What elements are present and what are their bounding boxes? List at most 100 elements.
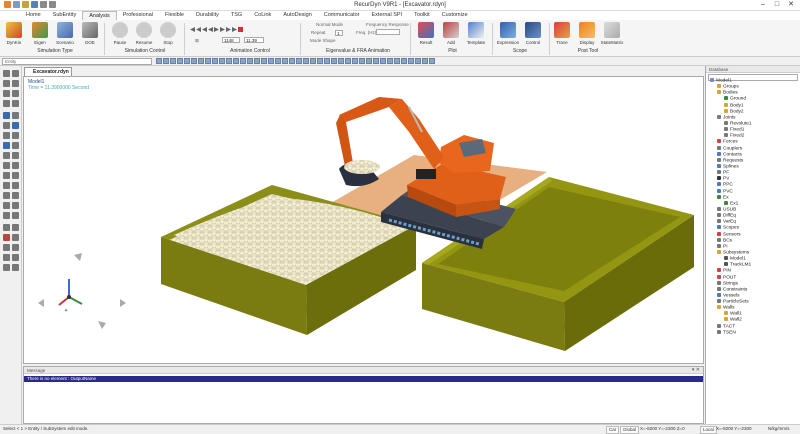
view-icon[interactable] [324,58,330,64]
view-icon[interactable] [198,58,204,64]
dynkin-button[interactable]: DynKin [2,22,26,45]
tool-icon[interactable] [3,122,10,129]
view-icon[interactable] [352,58,358,64]
tool-icon[interactable] [3,224,10,231]
tab-customize[interactable]: Customize [436,11,474,20]
result-button[interactable]: Result [414,22,438,45]
tool-icon[interactable] [12,172,19,179]
document-tab[interactable]: Excavator.rdyn [24,67,72,76]
resume-button[interactable]: Resume [132,22,156,45]
add-button[interactable]: Add [439,22,463,45]
close-icon[interactable]: ✕ [784,0,798,10]
tab-professional[interactable]: Professional [117,11,159,20]
view-icon[interactable] [212,58,218,64]
view-icon[interactable] [268,58,274,64]
view-icon[interactable] [366,58,372,64]
tool-icon[interactable] [3,90,10,97]
message-line[interactable]: There is no element : OutputName [24,376,703,382]
view-icon[interactable] [422,58,428,64]
view-icon[interactable] [261,58,267,64]
view-icon[interactable] [282,58,288,64]
view-icon[interactable] [170,58,176,64]
tool-icon[interactable] [12,152,19,159]
eigen-button[interactable]: Eigen [28,22,52,45]
view-icon[interactable] [275,58,281,64]
pause-button[interactable]: Pause [108,22,132,45]
stop-button[interactable]: Stop [156,22,180,45]
tab-home[interactable]: Home [20,11,47,20]
tab-durability[interactable]: Durability [190,11,225,20]
view-icon[interactable] [408,58,414,64]
view-icon[interactable] [247,58,253,64]
view-icon[interactable] [205,58,211,64]
panel-controls-icon[interactable]: ▾ ✕ [692,367,700,373]
tool-icon[interactable] [3,142,10,149]
select-icon[interactable] [3,70,10,77]
view-icon[interactable] [184,58,190,64]
maximize-icon[interactable]: □ [770,0,784,10]
tool-icon[interactable] [3,132,10,139]
minimize-icon[interactable]: – [756,0,770,10]
tool-icon[interactable] [12,162,19,169]
view-icon[interactable] [387,58,393,64]
tool-icon[interactable] [3,234,10,241]
normal-mode-option[interactable]: Normal Mode [316,22,343,27]
tool-icon[interactable] [12,132,19,139]
entity-selector[interactable]: Entity [2,58,152,65]
status-units[interactable]: N/kg/mm/s [768,426,790,432]
tool-icon[interactable] [3,254,10,261]
view-icon[interactable] [226,58,232,64]
frequency-response-option[interactable]: Frequency Response [366,22,409,27]
tool-icon[interactable] [3,192,10,199]
tab-autodesign[interactable]: AutoDesign [277,11,317,20]
statematrix-button[interactable]: StateMatrix [600,22,624,45]
view-icon[interactable] [296,58,302,64]
tool-icon[interactable] [12,70,19,77]
tool-icon[interactable] [12,244,19,251]
tab-flexible[interactable]: Flexible [159,11,190,20]
tool-icon[interactable] [12,90,19,97]
tool-icon[interactable] [3,264,10,271]
view-icon[interactable] [254,58,260,64]
view-icon[interactable] [219,58,225,64]
tool-icon[interactable] [3,100,10,107]
tool-icon[interactable] [12,202,19,209]
view-icon[interactable] [415,58,421,64]
tool-icon[interactable] [12,100,19,107]
view-icon[interactable] [303,58,309,64]
expression-button[interactable]: Expression [496,22,520,45]
tool-icon[interactable] [12,224,19,231]
tab-external-spi[interactable]: External SPI [366,11,409,20]
tool-icon[interactable] [12,112,19,119]
scenario-button[interactable]: Scenario [53,22,77,45]
view-icon[interactable] [429,58,435,64]
view-icon[interactable] [233,58,239,64]
view-icon[interactable] [345,58,351,64]
view-icon[interactable] [338,58,344,64]
view-icon[interactable] [289,58,295,64]
tree-item[interactable]: TSEN [708,329,800,336]
tab-toolkit[interactable]: Toolkit [408,11,436,20]
tab-analysis[interactable]: Analysis [82,11,117,20]
frame-input[interactable]: 1148 [222,37,240,43]
tab-colink[interactable]: CoLink [248,11,277,20]
tool-icon[interactable] [3,172,10,179]
tool-icon[interactable] [3,244,10,251]
tool-icon[interactable] [12,182,19,189]
tool-icon[interactable] [3,182,10,189]
view-icon[interactable] [373,58,379,64]
view-icon[interactable] [380,58,386,64]
tool-icon[interactable] [12,264,19,271]
tool-icon[interactable] [12,212,19,219]
template-button[interactable]: Template [464,22,488,45]
tool-icon[interactable] [3,112,10,119]
tool-icon[interactable] [3,152,10,159]
tool-icon[interactable] [12,80,19,87]
trace-button[interactable]: Trace [550,22,574,45]
view-icon[interactable] [317,58,323,64]
view-icon[interactable] [191,58,197,64]
tool-icon[interactable] [3,202,10,209]
repeat-input[interactable]: 1 [335,30,343,36]
tool-icon[interactable] [12,122,19,129]
view-icon[interactable] [177,58,183,64]
